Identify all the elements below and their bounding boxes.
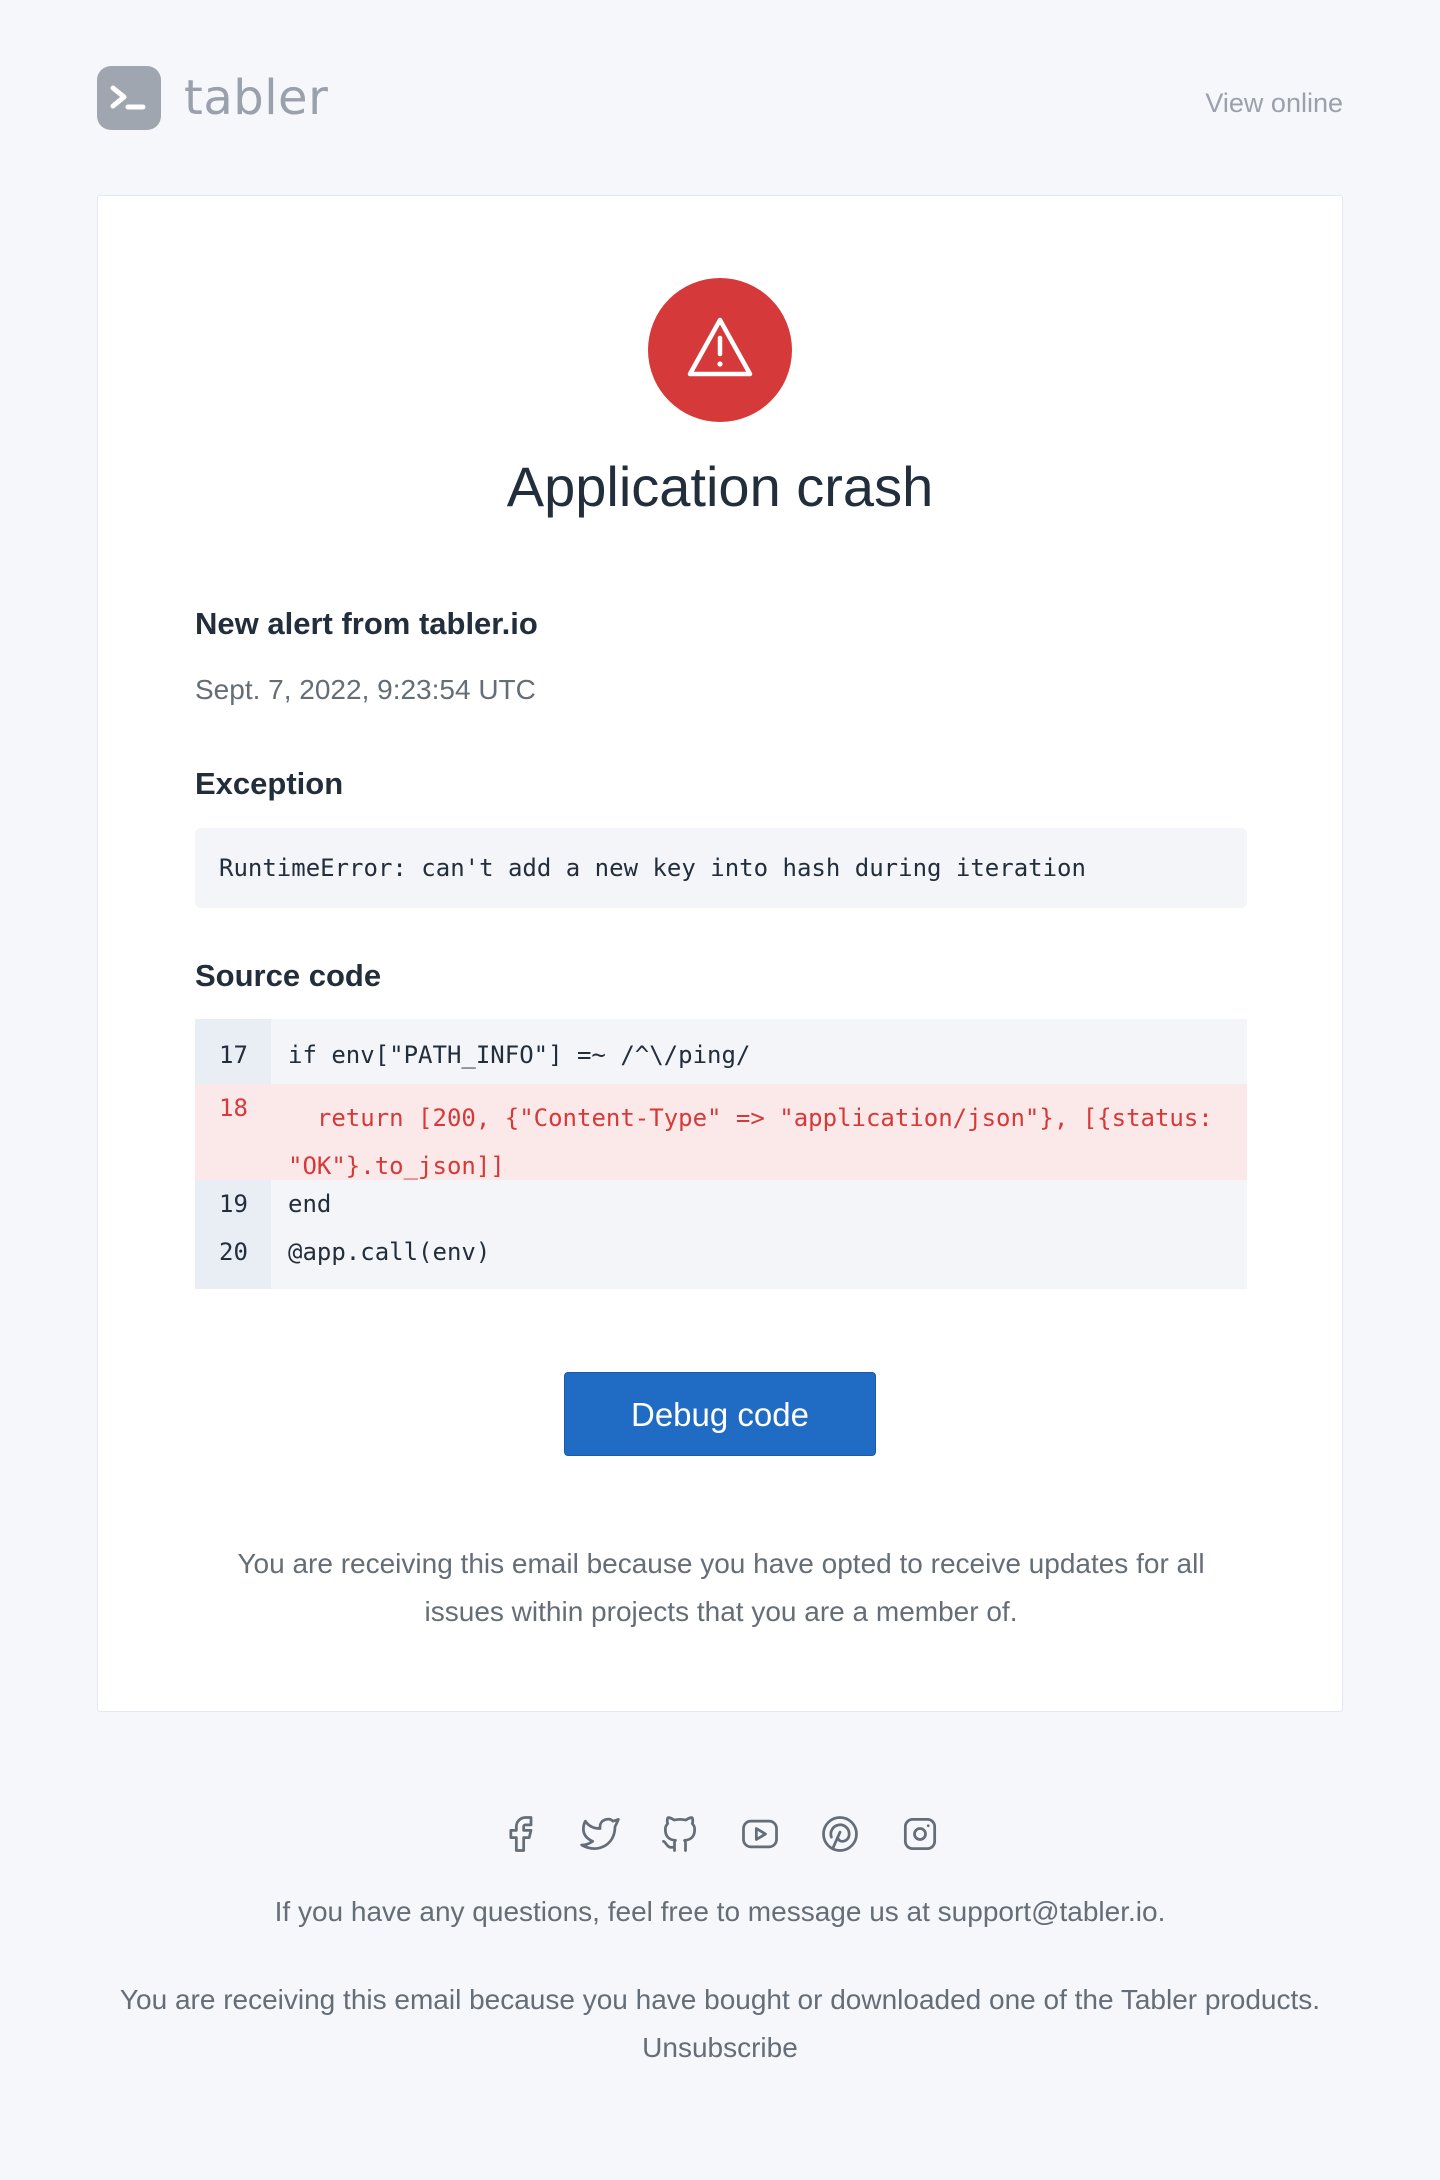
facebook-icon[interactable] [498,1812,542,1856]
exception-message: RuntimeError: can't add a new key into h… [195,828,1247,908]
code-line: 20 @app.call(env) [195,1228,1247,1276]
unsubscribe-link[interactable]: Unsubscribe [0,2024,1440,2072]
tabler-logo[interactable]: tabler [97,66,328,130]
support-text: If you have any questions, feel free to … [274,1896,1166,1927]
alert-heading: New alert from tabler.io [195,606,538,641]
line-number: 17 [219,1041,248,1069]
purchase-reason-text: You are receiving this email because you… [119,1984,1321,2015]
source-code-block: 17 if env["PATH_INFO"] =~ /^\/ping/ 18 r… [195,1019,1247,1289]
source-code-label: Source code [195,958,382,993]
code-line: 17 if env["PATH_INFO"] =~ /^\/ping/ [195,1019,1247,1084]
alert-triangle-icon [648,278,792,422]
view-online-link[interactable]: View online [1205,88,1343,119]
line-number: 19 [219,1190,248,1218]
alert-timestamp: Sept. 7, 2022, 9:23:54 UTC [195,674,536,705]
code-line-highlighted: 18 return [200, {"Content-Type" => "appl… [195,1084,1247,1180]
code-line: 19 end [195,1180,1247,1228]
page-title: Application crash [506,455,934,518]
brand-name: tabler [184,70,329,126]
code-text: @app.call(env) [288,1238,491,1266]
twitter-icon[interactable] [578,1812,622,1856]
code-text: if env["PATH_INFO"] =~ /^\/ping/ [288,1041,751,1069]
line-number: 18 [219,1094,248,1122]
footer-reason: You are receiving this email because you… [0,1976,1440,2072]
terminal-icon [97,66,161,130]
code-text: return [200, {"Content-Type" => "applica… [288,1104,1228,1180]
code-text: end [288,1190,332,1218]
line-number: 20 [219,1238,248,1266]
exception-label: Exception [195,766,344,801]
instagram-icon[interactable] [898,1812,942,1856]
youtube-icon[interactable] [738,1812,782,1856]
github-icon[interactable] [658,1812,702,1856]
pinterest-icon[interactable] [818,1812,862,1856]
subscription-notice: You are receiving this email because you… [237,1548,1205,1627]
email-header: tabler View online [97,64,1343,134]
debug-code-button[interactable]: Debug code [564,1372,876,1456]
email-card: Application crash New alert from tabler.… [97,195,1343,1712]
social-links [0,1812,1440,1856]
